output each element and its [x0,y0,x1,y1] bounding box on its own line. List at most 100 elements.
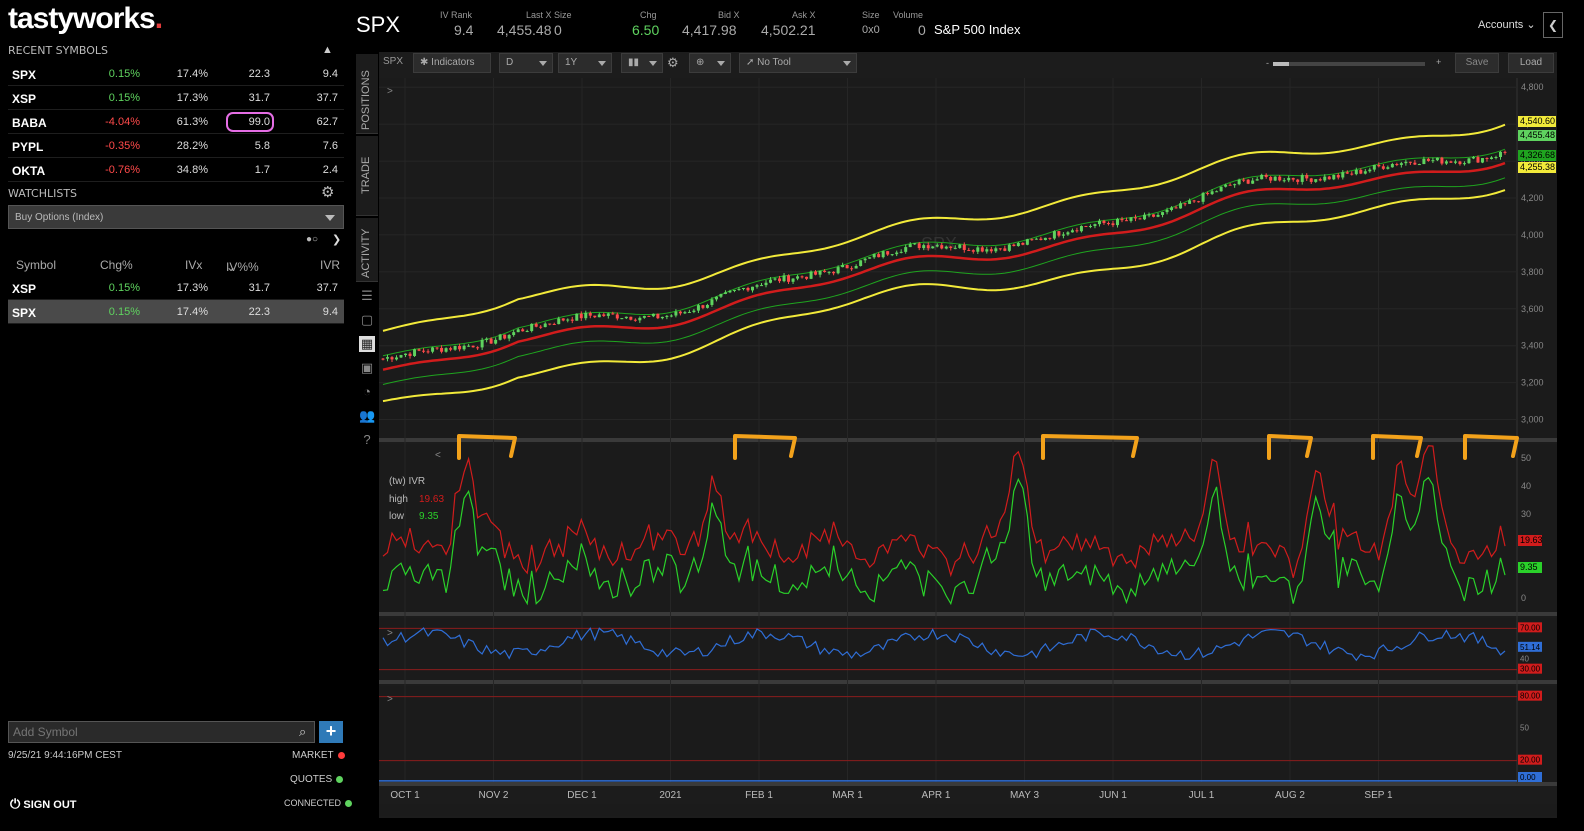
candle-body [841,265,845,268]
zoom-slider[interactable] [1273,62,1425,66]
accounts-menu[interactable]: Accounts ⌄ [1478,18,1536,31]
candle-body [1426,158,1430,161]
col-ivr[interactable]: IVR [320,258,340,272]
candle-body [1327,176,1331,180]
candle-body [1025,239,1029,245]
candle-body [557,318,561,325]
rsi-tick-label: 51.14 [1520,643,1541,652]
candle-body [507,335,511,339]
candle-body [1224,184,1228,187]
tab-positions[interactable]: POSITIONS [356,54,378,134]
candle-body [1417,164,1421,166]
iv-rank-value: 9.4 [454,22,474,38]
sign-out-button[interactable]: ⏻ SIGN OUT [10,796,77,812]
col-ivx[interactable]: IVx [185,258,202,272]
grid-icon[interactable]: ▣ [359,360,375,376]
ivx-cell: 17.3% [176,282,208,294]
recent-symbol-row[interactable]: OKTA -0.76% 34.8% 1.7 2.4 [8,158,344,182]
price-tick-label: 4,000 [1521,230,1544,240]
ivr-tick-label: 0 [1521,593,1526,603]
ivr-tick-label: 50 [1521,453,1531,463]
chart-type-select[interactable]: ▮▮ [621,53,663,73]
add-symbol-button[interactable]: + [319,721,343,743]
candle-body [498,334,502,340]
chart-watermark: SPX [921,234,957,254]
gauge-icon[interactable]: ◔ [359,384,375,400]
recent-symbol-row[interactable]: BABA -4.04% 61.3% 99.0 62.7 [8,110,344,134]
candle-body [904,247,908,252]
col-symbol[interactable]: Symbol [16,258,56,272]
interval-select[interactable]: D [499,53,553,73]
candle-body [1498,151,1502,158]
search-icon[interactable]: ⌕ [299,724,306,740]
briefcase-icon[interactable]: ▢ [359,312,375,328]
list-icon[interactable]: ☰ [359,288,375,304]
symbol-cell: OKTA [12,164,46,178]
drawing-tool-select[interactable]: ➚ No Tool [739,53,857,73]
candle-body [1273,176,1277,181]
indicators-button[interactable]: ✱ Indicators [413,53,491,73]
candle-body [1332,174,1336,180]
range-select[interactable]: 1Y [558,53,612,73]
chart-grid-icon[interactable]: ▦ [359,336,375,352]
chevron-right-icon[interactable]: ❯ [332,233,341,246]
ivp-cell: 5.8 [254,140,270,152]
watchlist-row[interactable]: SPX 0.15% 17.4% 22.3 9.4 [8,300,344,324]
load-button[interactable]: Load [1508,53,1554,73]
gear-icon[interactable]: ⚙ [321,183,334,201]
ask-label: Ask X [792,10,816,20]
candle-body [1102,220,1106,224]
watchlist-select[interactable]: Buy Options (Index) [8,205,344,229]
size-label: Size [862,10,880,20]
collapse-panel-button[interactable]: ❮ [1543,12,1563,38]
candle-body [683,312,687,314]
tab-trade[interactable]: TRADE [356,136,378,216]
candle-body [1300,175,1304,182]
candle-body [413,349,417,356]
ivx-cell: 61.3% [176,116,208,128]
watchlist-row[interactable]: XSP 0.15% 17.3% 31.7 37.7 [8,276,344,300]
add-symbol-input[interactable] [8,721,315,743]
zoom-slider-handle[interactable] [1273,62,1289,66]
candle-body [809,271,813,279]
candle-body [1381,166,1385,169]
recent-symbol-row[interactable]: XSP 0.15% 17.3% 31.7 37.7 [8,86,344,110]
zoom-in-icon[interactable]: + [1436,57,1441,67]
ivr-high-value: 19.63 [419,494,444,505]
candle-body [845,265,849,269]
candle-body [872,254,876,258]
price-label: 4,326.68 [1520,150,1555,160]
candle-body [386,357,390,359]
recent-symbol-row[interactable]: PYPL -0.35% 28.2% 5.8 7.6 [8,134,344,158]
candle-body [1395,164,1399,166]
users-icon[interactable]: 👥 [359,408,375,424]
tab-activity[interactable]: ACTIVITY [356,218,378,282]
candle-body [570,319,574,321]
col-chg[interactable]: Chg% [100,258,133,272]
rsi-tick-label: 30.00 [1520,665,1541,674]
x-tick-label: OCT 1 [390,790,420,801]
header-symbol: SPX [356,12,401,37]
chart-settings-icon[interactable]: ⚙ [667,55,679,71]
candle-body [985,249,989,252]
page-dots[interactable]: ●○ [306,234,318,245]
candle-body [629,316,633,320]
symbol-description: S&P 500 Index [934,22,1021,37]
symbol-cell: BABA [12,116,47,130]
save-button[interactable]: Save [1455,53,1499,73]
help-icon[interactable]: ? [359,432,375,448]
collapse-icon[interactable]: ▲ [322,44,333,56]
candle-body [881,251,885,258]
candle-body [1422,158,1426,165]
candle-body [417,349,421,351]
crosshair-select[interactable]: ⊕ [689,53,731,73]
chart-svg[interactable]: OCT 1 NOV 2 DEC 1 2021 FEB 1 MAR 1 APR 1 MAY 3 J… [379,52,1557,818]
x-tick-label: APR 1 [922,790,951,801]
candle-body [381,358,385,360]
candle-body [1323,176,1327,181]
recent-symbol-row[interactable]: SPX 0.15% 17.4% 22.3 9.4 [8,62,344,86]
candles-icon: ▮▮ [628,57,640,68]
chart-area[interactable]: OCT 1 NOV 2 DEC 1 2021 FEB 1 MAR 1 APR 1 MAY 3 J… [379,52,1557,818]
zoom-out-icon[interactable]: - [1266,58,1269,68]
candle-body [503,334,507,339]
